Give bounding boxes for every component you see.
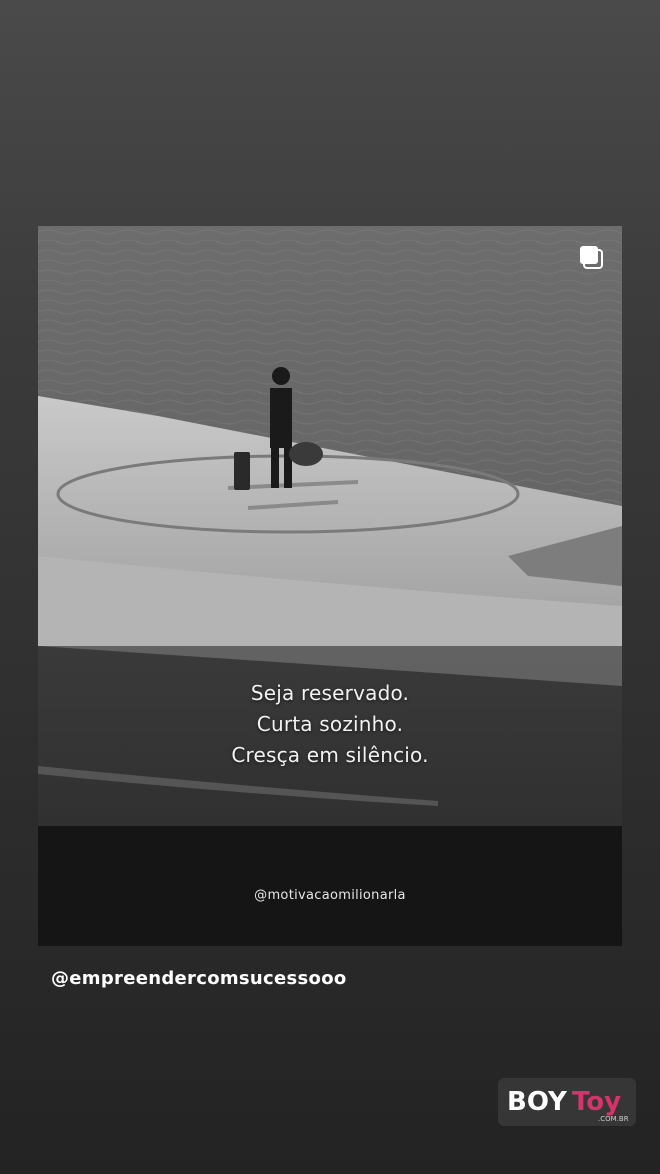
quote-line: Seja reservado.	[250, 681, 410, 705]
brand-domain: .COM.BR	[598, 1115, 629, 1123]
brand-part1: BOY	[507, 1087, 568, 1117]
post-author-handle: @motivacaomilionarla	[254, 888, 406, 903]
carousel-icon	[580, 246, 603, 269]
brand-part2: Toy	[572, 1087, 621, 1117]
brand-logo: BOY Toy .COM.BR	[507, 1087, 629, 1123]
yacht-photo	[38, 226, 622, 946]
story-quote: Seja reservado. Curta sozinho. Cresça em…	[38, 678, 622, 771]
brand-watermark: BOY Toy .COM.BR	[498, 1078, 636, 1126]
quote-line: Cresça em silêncio.	[231, 743, 429, 767]
story-post[interactable]: Seja reservado. Curta sozinho. Cresça em…	[38, 226, 622, 946]
quote-line: Curta sozinho.	[256, 712, 404, 736]
mention-sticker[interactable]: @empreendercomsucessooo	[51, 968, 347, 989]
